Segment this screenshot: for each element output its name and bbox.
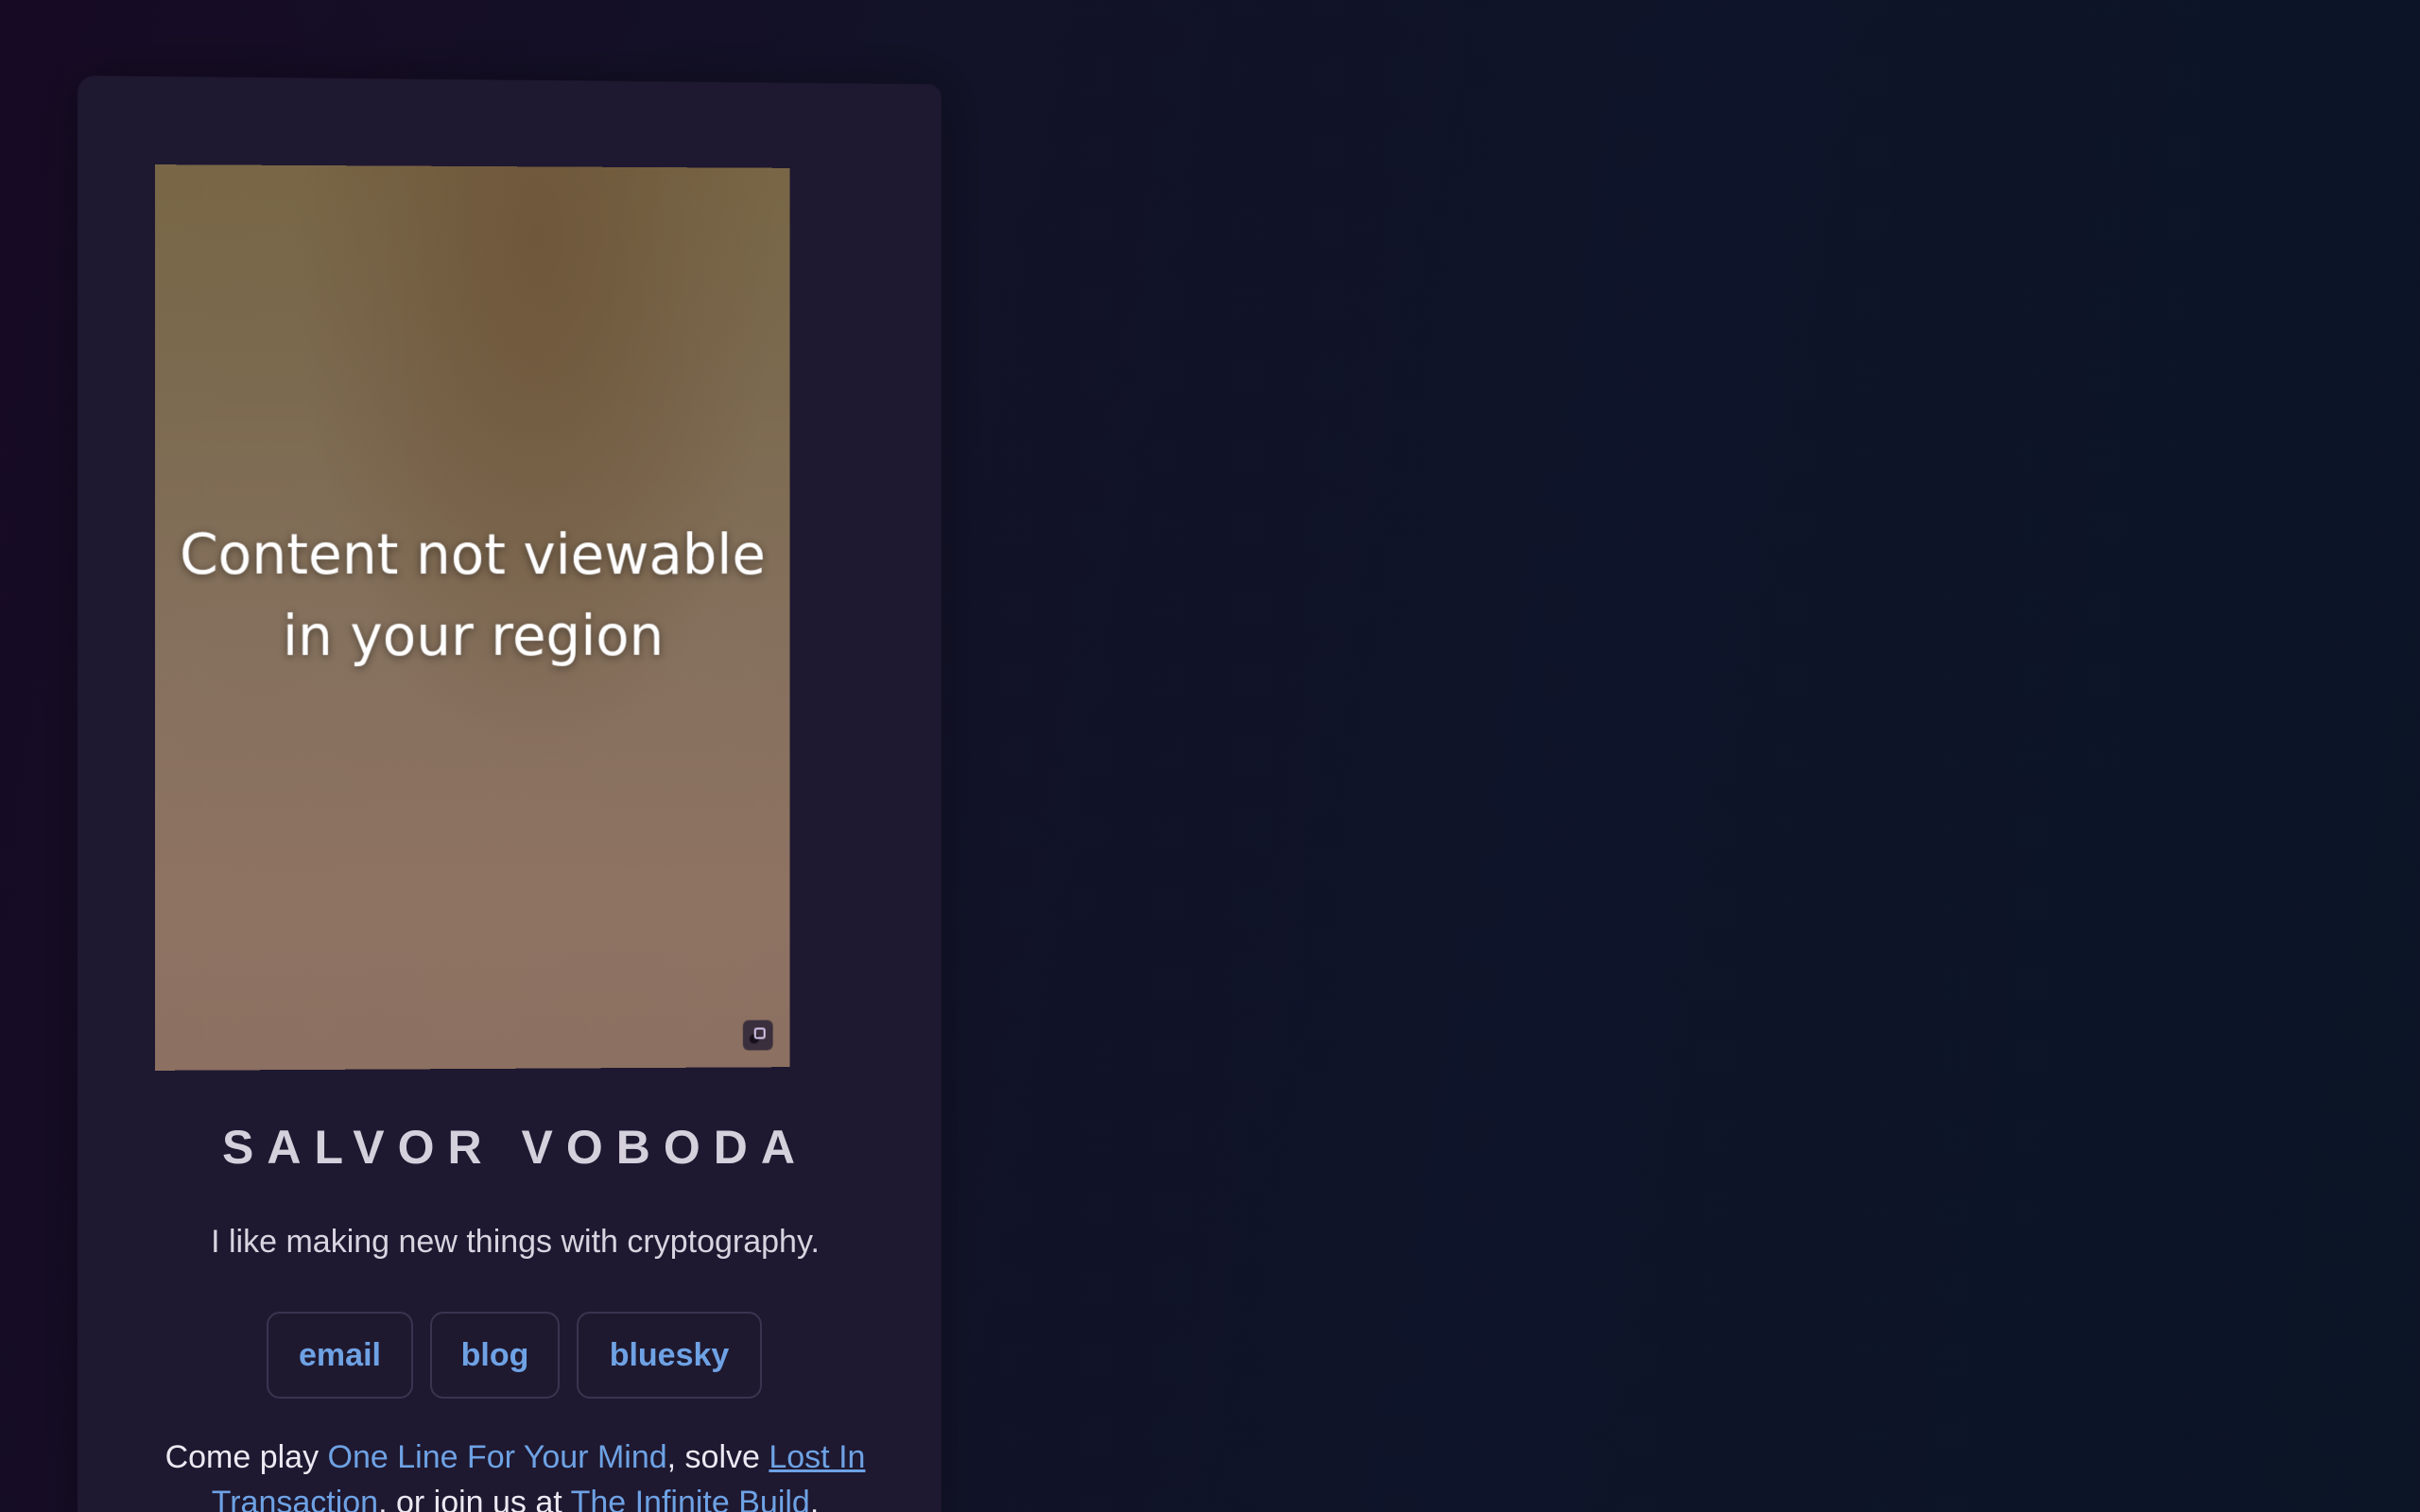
region-block-message: Content not viewable in your region — [155, 514, 790, 678]
blurb-mid-2: , or join us at — [378, 1485, 571, 1512]
one-line-for-your-mind-link[interactable]: One Line For Your Mind — [328, 1439, 667, 1475]
region-block-line-2: in your region — [155, 595, 790, 677]
blurb-prefix: Come play — [165, 1439, 328, 1475]
blurb-suffix: . — [810, 1485, 819, 1512]
embed-badge-icon[interactable] — [743, 1020, 773, 1050]
projects-blurb: Come play One Line For Your Mind, solve … — [151, 1435, 879, 1512]
the-infinite-build-link[interactable]: The Infinite Build — [571, 1485, 810, 1512]
blog-button[interactable]: blog — [430, 1312, 560, 1399]
blurb-mid-1: , solve — [667, 1439, 769, 1475]
video-embed[interactable]: Content not viewable in your region — [155, 164, 790, 1071]
link-buttons: email blog bluesky — [267, 1312, 762, 1399]
email-button[interactable]: email — [267, 1312, 413, 1399]
profile-name: SALVOR VOBODA — [78, 1120, 953, 1175]
bluesky-button[interactable]: bluesky — [577, 1312, 762, 1399]
profile-tagline: I like making new things with cryptograp… — [78, 1224, 953, 1261]
region-block-line-1: Content not viewable — [155, 514, 790, 596]
